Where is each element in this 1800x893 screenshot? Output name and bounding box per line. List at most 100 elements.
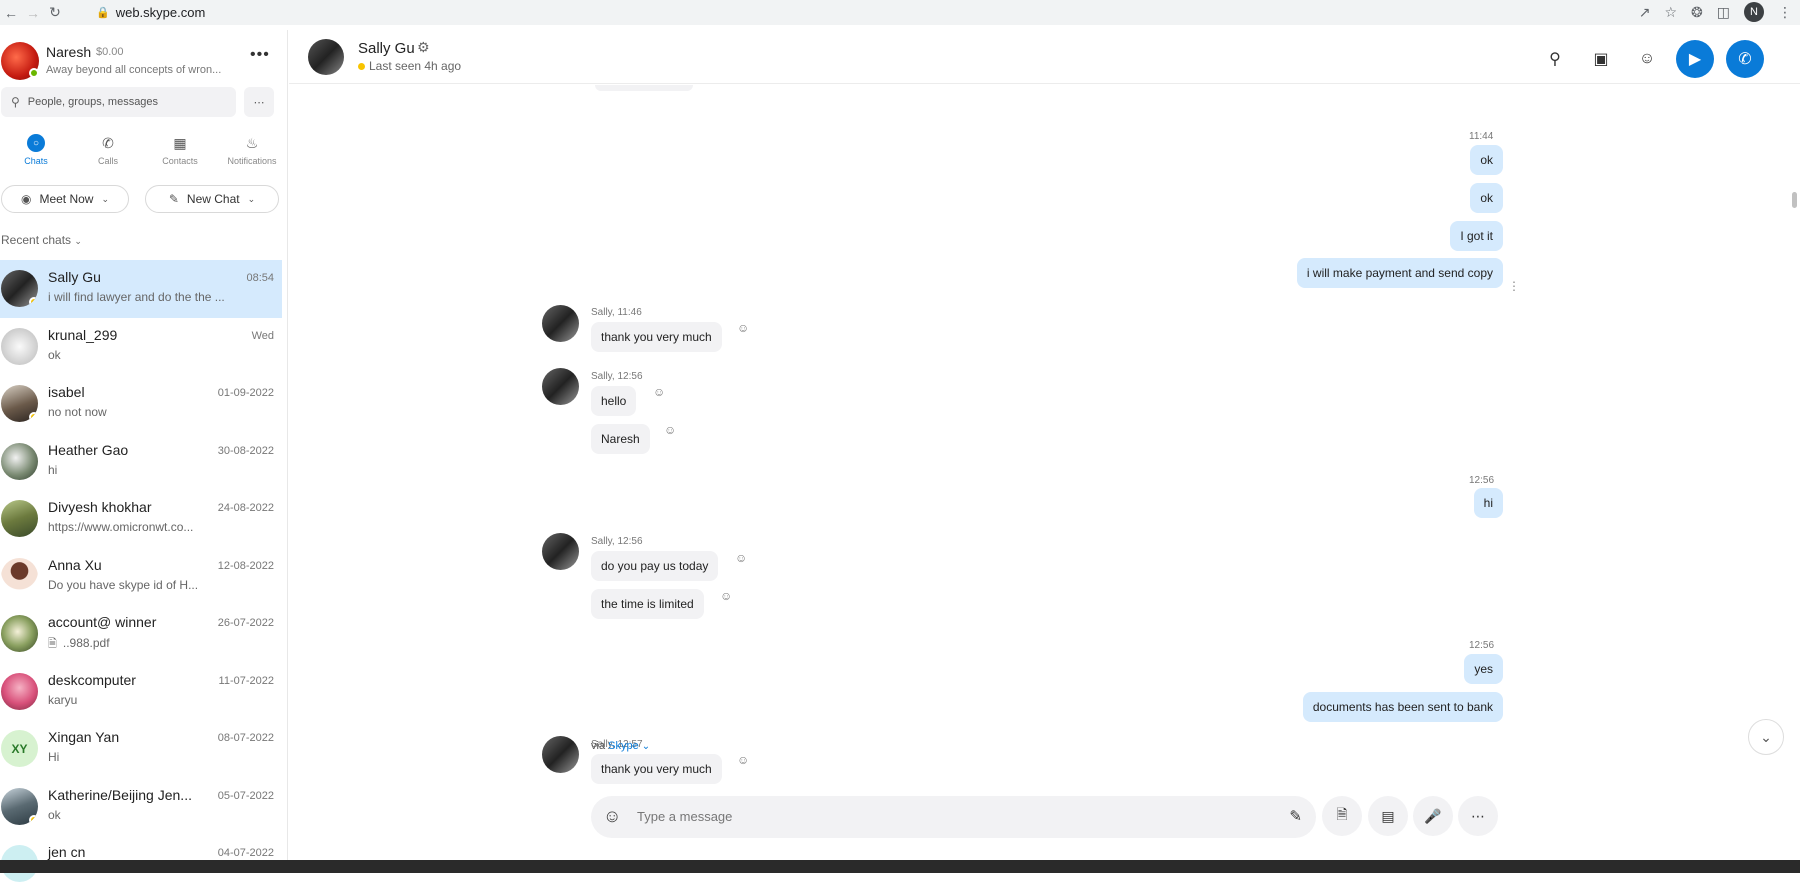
chat-name: Divyesh khokhar: [48, 499, 152, 515]
phone-icon: ✆: [102, 134, 114, 151]
url-text: web.skype.com: [115, 5, 206, 20]
dialpad-icon[interactable]: ⋯: [244, 87, 274, 117]
sender-avatar[interactable]: [542, 368, 579, 405]
new-chat-button[interactable]: ✎ New Chat ⌄: [145, 185, 279, 213]
incoming-message[interactable]: the time is limited: [591, 589, 704, 619]
profile-avatar[interactable]: N: [1744, 2, 1764, 22]
chat-date: 04-07-2022: [217, 847, 274, 859]
chat-item-divyesh[interactable]: Divyesh khokhar https://www.omicronwt.co…: [0, 490, 282, 548]
back-icon[interactable]: ←: [0, 2, 22, 24]
attach-file-button[interactable]: 🗎: [1322, 796, 1362, 836]
scroll-to-bottom-button[interactable]: ⌄: [1748, 719, 1784, 755]
chat-name: Heather Gao: [48, 441, 129, 458]
share-icon[interactable]: ↗: [1639, 4, 1651, 21]
chat-item-deskcomputer[interactable]: deskcomputer karyu 11-07-2022: [0, 663, 282, 721]
my-avatar[interactable]: [1, 42, 39, 80]
chat-item-heather-gao[interactable]: Heather Gao hi 30-08-2022: [0, 433, 282, 491]
voice-message-button[interactable]: 🎤: [1413, 796, 1453, 836]
reaction-icon[interactable]: ☺: [737, 321, 749, 335]
sidebar: Naresh $0.00 Away beyond all concepts of…: [0, 30, 288, 882]
tab-calls[interactable]: ✆ Calls: [72, 134, 144, 174]
add-people-icon[interactable]: ☺: [1630, 42, 1664, 76]
chat-item-anna-xu[interactable]: Anna Xu Do you have skype id of H... 12-…: [0, 548, 282, 606]
audio-call-button[interactable]: ✆: [1726, 40, 1764, 78]
chat-item-xingan-yan[interactable]: XY Xingan Yan Hi 08-07-2022: [0, 720, 282, 778]
search-icon[interactable]: ⚲: [1538, 42, 1572, 76]
outgoing-message[interactable]: ok: [1470, 145, 1503, 175]
via-skype[interactable]: via Skype ⌄: [591, 740, 650, 752]
more-options-icon[interactable]: •••: [250, 46, 270, 64]
chat-name: account@ winner: [48, 614, 157, 630]
chat-date: 08-07-2022: [217, 732, 274, 744]
sender-time: Sally, 12:56: [591, 536, 643, 547]
extensions-icon[interactable]: ❂: [1691, 4, 1703, 21]
contact-avatar[interactable]: [308, 39, 344, 75]
message-time: 12:56: [1469, 640, 1495, 651]
more-actions-button[interactable]: ⋯: [1458, 796, 1498, 836]
gear-icon[interactable]: ⚙: [417, 39, 430, 56]
my-profile[interactable]: Naresh $0.00 Away beyond all concepts of…: [0, 36, 288, 84]
sender-avatar[interactable]: [542, 736, 579, 773]
incoming-message[interactable]: thank you very much: [591, 322, 722, 352]
tab-label: Notifications: [227, 156, 277, 166]
chat-name: isabel: [48, 384, 85, 400]
scrollbar[interactable]: [1788, 84, 1800, 860]
chat-item-krunal[interactable]: krunal_299 ok Wed: [0, 318, 282, 376]
message-list: 11:44 ok ok I got it i will make payment…: [289, 85, 1789, 805]
chat-preview-text: ..988.pdf: [62, 636, 110, 650]
chat-item-isabel[interactable]: isabel no not now 01-09-2022: [0, 375, 282, 433]
reaction-icon[interactable]: ☺: [720, 589, 732, 603]
tab-contacts[interactable]: ▦ Contacts: [144, 134, 216, 174]
sender-avatar[interactable]: [542, 533, 579, 570]
reaction-icon[interactable]: ☺: [737, 753, 749, 767]
incoming-message[interactable]: Naresh: [591, 424, 650, 454]
sender-avatar[interactable]: [542, 305, 579, 342]
contact-card-button[interactable]: ▤: [1368, 796, 1408, 836]
star-icon[interactable]: ☆: [1664, 4, 1677, 21]
more-icon: ⋯: [1471, 807, 1485, 824]
reaction-icon[interactable]: ☺: [735, 551, 747, 565]
video-call-button[interactable]: ▶: [1676, 40, 1714, 78]
chat-preview: i will find lawyer and do the the ...: [48, 290, 225, 304]
tab-label: Calls: [97, 156, 118, 166]
message-composer[interactable]: ☺ Type a message ✎: [591, 796, 1316, 838]
chat-item-katherine[interactable]: Katherine/Beijing Jen... ok 05-07-2022: [0, 778, 282, 836]
avatar-initials: XY: [11, 741, 28, 756]
incoming-message[interactable]: do you pay us today: [591, 551, 719, 581]
reaction-icon[interactable]: ☺: [664, 423, 676, 437]
forward-icon[interactable]: →: [22, 2, 44, 24]
emoji-icon[interactable]: ☺: [603, 806, 621, 827]
outgoing-message[interactable]: hi: [1473, 488, 1503, 518]
chat-item-sally-gu[interactable]: Sally Gu i will find lawyer and do the t…: [0, 260, 282, 318]
outgoing-message[interactable]: ok: [1470, 183, 1503, 213]
reload-icon[interactable]: ↻: [44, 2, 66, 24]
reaction-icon[interactable]: ☺: [653, 385, 665, 399]
tab-notifications[interactable]: ♨ Notifications: [216, 134, 288, 174]
message-options-icon[interactable]: ⋮: [1508, 279, 1520, 293]
incoming-message[interactable]: thank you very much: [591, 754, 722, 784]
outgoing-message[interactable]: i will make payment and send copy: [1296, 258, 1503, 288]
meet-now-button[interactable]: ◉ Meet Now ⌄: [1, 185, 129, 213]
contact-name[interactable]: Sally Gu: [358, 40, 415, 57]
browser-menu-icon[interactable]: ⋮: [1778, 4, 1792, 21]
address-bar[interactable]: 🔒 web.skype.com: [96, 3, 205, 22]
tab-chats[interactable]: ○ Chats: [0, 134, 72, 174]
chat-item-account-winner[interactable]: account@ winner 🗎 ..988.pdf 26-07-2022: [0, 605, 282, 663]
sidepanel-icon[interactable]: ◫: [1717, 4, 1730, 21]
search-box[interactable]: ⚲ People, groups, messages: [1, 87, 236, 117]
message-bubble-partial: [595, 85, 693, 91]
outgoing-message[interactable]: I got it: [1450, 221, 1503, 251]
recent-chats-header[interactable]: Recent chats ⌄: [1, 233, 82, 247]
via-skype-link[interactable]: Skype: [608, 740, 639, 752]
gallery-icon[interactable]: ▣: [1584, 42, 1618, 76]
skype-credit[interactable]: $0.00: [96, 46, 124, 58]
incoming-message[interactable]: hello: [591, 386, 637, 416]
nav-tabs: ○ Chats ✆ Calls ▦ Contacts ♨ Notificatio…: [0, 134, 288, 174]
outgoing-message[interactable]: documents has been sent to bank: [1302, 692, 1503, 722]
outgoing-message[interactable]: yes: [1464, 654, 1503, 684]
text-format-icon[interactable]: ✎: [1289, 807, 1302, 825]
chat-name: jen cn: [48, 844, 86, 860]
scrollbar-thumb[interactable]: [1792, 192, 1797, 208]
sender-time: Sally, 12:56: [591, 371, 643, 382]
avatar: [1, 500, 38, 537]
